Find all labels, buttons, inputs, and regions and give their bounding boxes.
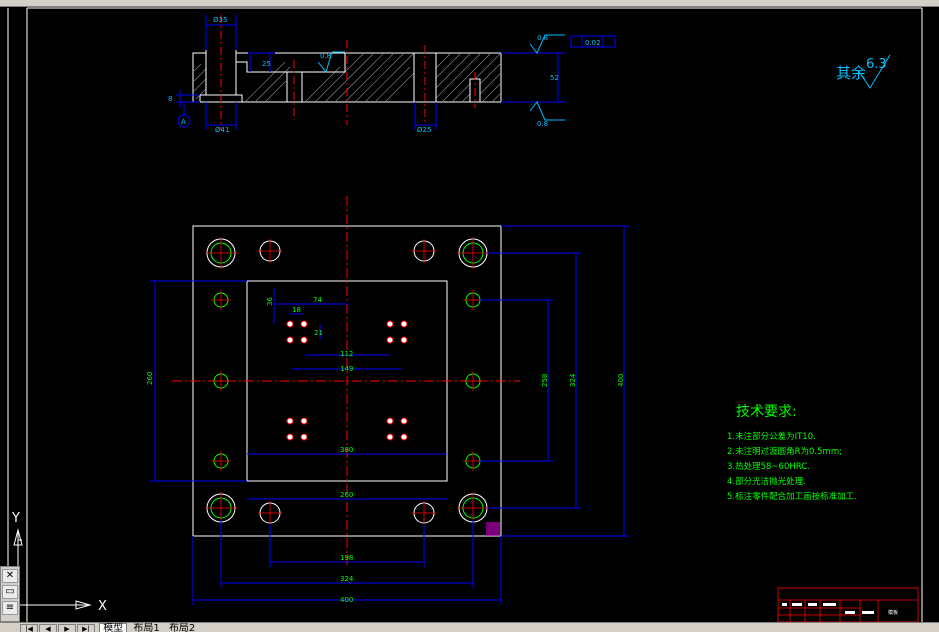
tab-layout2[interactable]: 布局2 xyxy=(166,624,198,632)
ucs-icon xyxy=(13,528,92,610)
last-tab-icon[interactable]: ▶| xyxy=(77,624,95,632)
dim-260: 260 xyxy=(340,491,353,499)
roughness-top: 0.8 xyxy=(537,34,548,42)
dim-400-bottom: 400 xyxy=(340,596,353,604)
dim-149: 149 xyxy=(340,365,353,373)
plan-view xyxy=(150,196,629,605)
tool-palette[interactable]: ✕ ▭ ≡ xyxy=(0,566,20,622)
tab-model[interactable]: 模型 xyxy=(99,623,128,632)
next-tab-icon[interactable]: ▶ xyxy=(58,624,76,632)
properties-icon[interactable]: ≡ xyxy=(2,601,18,615)
dim-74: 74 xyxy=(313,296,322,304)
dim-258: 258 xyxy=(541,374,549,387)
dim-52: 52 xyxy=(550,74,559,82)
title-block-name: 模板 xyxy=(888,609,898,616)
roughness-inner: 0.8 xyxy=(320,52,331,60)
tech-item-4: 4.部分光洁抛光处理. xyxy=(727,476,806,487)
dim-dia35: Ø35 xyxy=(213,16,227,24)
section-view xyxy=(176,15,616,130)
dim-dia25: Ø25 xyxy=(417,126,431,134)
dim-380: 380 xyxy=(340,446,353,454)
dim-25: 25 xyxy=(262,60,271,68)
ucs-y-label: Y xyxy=(11,511,20,526)
dim-112: 112 xyxy=(340,350,353,358)
ucs-x-label: X xyxy=(98,599,107,614)
dim-260-left: 260 xyxy=(146,372,154,385)
drawing-canvas[interactable]: Ø35 8 25 Ø41 Ø25 52 0.8 0.8 0.8 0.02 A 其… xyxy=(0,0,939,632)
dim-18: 18 xyxy=(292,306,301,314)
tech-item-3: 3.热处理58~60HRC. xyxy=(727,461,810,472)
close-icon[interactable]: ✕ xyxy=(2,569,18,583)
cad-application: { "drawing": { "roughness_other": "其余", … xyxy=(0,0,939,632)
roughness-other-label: 其余 xyxy=(836,64,866,82)
roughness-bottom: 0.8 xyxy=(537,120,548,128)
first-tab-icon[interactable]: |◀ xyxy=(20,624,38,632)
dim-36: 36 xyxy=(266,297,274,306)
datum-a: A xyxy=(181,118,186,126)
roughness-other-value: 6.3 xyxy=(866,57,887,72)
prev-tab-icon[interactable]: ◀ xyxy=(39,624,57,632)
tolerance-value: 0.02 xyxy=(585,39,601,47)
dim-21: 21 xyxy=(314,329,323,337)
roughness-note: 其余 6.3 xyxy=(836,54,891,89)
dim-324-right: 324 xyxy=(569,373,577,387)
tech-requirements: 技术要求: 1.未注部分公差为IT10. 2.未注明过渡圆角R为0.5mm; 3… xyxy=(727,404,857,502)
tab-layout1[interactable]: 布局1 xyxy=(130,624,162,632)
grip-marker[interactable] xyxy=(486,522,500,536)
dim-324-bottom: 324 xyxy=(340,575,354,583)
dim-dia41: Ø41 xyxy=(215,126,229,134)
layout-tab-bar: |◀ ◀ ▶ ▶| 模型 布局1 布局2 xyxy=(0,622,939,632)
palette-icon[interactable]: ▭ xyxy=(2,585,18,599)
dim-400-right: 400 xyxy=(617,374,625,387)
dim-8: 8 xyxy=(168,95,172,103)
tech-title: 技术要求: xyxy=(736,404,797,420)
tech-item-2: 2.未注明过渡圆角R为0.5mm; xyxy=(727,446,842,457)
tech-item-1: 1.未注部分公差为IT10. xyxy=(727,431,816,442)
tech-item-5: 5.标注零件配合加工画按标准加工. xyxy=(727,491,857,502)
dim-198: 198 xyxy=(340,554,353,562)
